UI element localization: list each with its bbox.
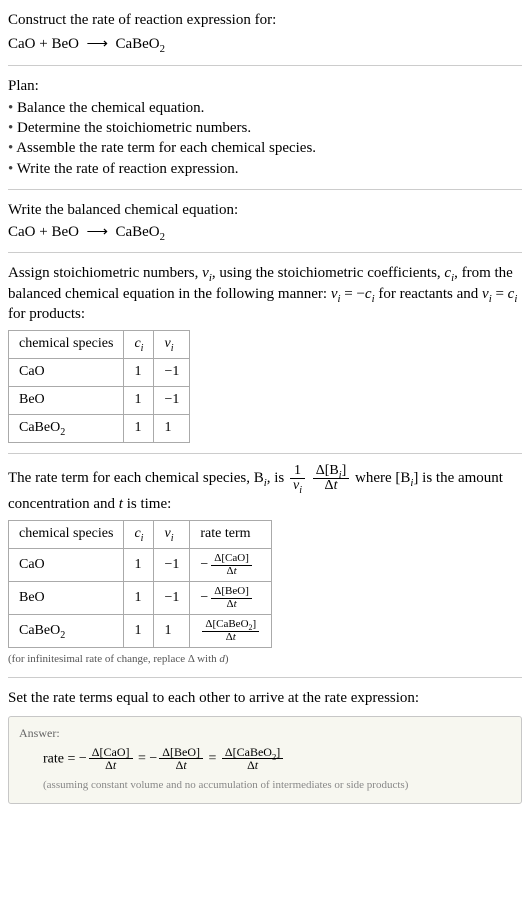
cell-rate: −Δ[CaO]Δt xyxy=(190,549,272,582)
table-header-row: chemical species ci νi rate term xyxy=(9,521,272,549)
frac-num: 1 xyxy=(290,464,305,480)
plan-item: Write the rate of reaction expression. xyxy=(8,159,522,179)
col-vi: νi xyxy=(154,331,190,359)
rateterm-table: chemical species ci νi rate term CaO 1 −… xyxy=(8,520,272,648)
table-header-row: chemical species ci νi xyxy=(9,331,190,359)
cell-rate: −Δ[BeO]Δt xyxy=(190,582,272,615)
rateterm-intro: The rate term for each chemical species,… xyxy=(8,464,522,515)
answer-terms: −Δ[CaO]Δt = −Δ[BeO]Δt = Δ[CaBeO2]Δt xyxy=(79,751,285,766)
plan-bullets: Balance the chemical equation.Determine … xyxy=(8,98,522,179)
rateterm-intro-pre: The rate term for each chemical species,… xyxy=(8,470,288,486)
answer-expression: rate = −Δ[CaO]Δt = −Δ[BeO]Δt = Δ[CaBeO2]… xyxy=(19,746,511,772)
rateterm-footnote: (for infinitesimal rate of change, repla… xyxy=(8,652,522,667)
balanced-intro: Write the balanced chemical equation: xyxy=(8,200,522,220)
frac-num: Δ[Bi] xyxy=(313,464,350,480)
rateterm-section: The rate term for each chemical species,… xyxy=(8,464,522,679)
col-species: chemical species xyxy=(9,521,124,549)
balanced-section: Write the balanced chemical equation: Ca… xyxy=(8,200,522,254)
balanced-equation: CaO + BeO ⟶ CaBeO2 xyxy=(8,222,522,242)
stoich-intro: Assign stoichiometric numbers, νi, using… xyxy=(8,263,522,324)
rateterm-frac2: Δ[Bi] Δt xyxy=(313,464,350,494)
rateterm-frac1: 1 νi xyxy=(290,464,305,494)
cell-species: CaBeO2 xyxy=(9,414,124,442)
col-species: chemical species xyxy=(9,331,124,359)
col-ci: ci xyxy=(124,521,154,549)
table-row: CaO 1 −1 xyxy=(9,358,190,386)
col-vi: νi xyxy=(154,521,190,549)
cell-vi: 1 xyxy=(154,615,190,648)
plan-item: Determine the stoichiometric numbers. xyxy=(8,118,522,138)
prompt-section: Construct the rate of reaction expressio… xyxy=(8,10,522,66)
table-row: CaBeO2 1 1 Δ[CaBeO2]Δt xyxy=(9,615,272,648)
table-row: BeO 1 −1 xyxy=(9,386,190,414)
final-section: Set the rate terms equal to each other t… xyxy=(8,688,522,803)
cell-species: CaO xyxy=(9,549,124,582)
stoich-rows: CaO 1 −1 BeO 1 −1 CaBeO2 1 1 xyxy=(9,358,190,442)
cell-vi: −1 xyxy=(154,549,190,582)
cell-ci: 1 xyxy=(124,358,154,386)
cell-species: CaO xyxy=(9,358,124,386)
final-intro: Set the rate terms equal to each other t… xyxy=(8,688,522,708)
table-row: CaO 1 −1 −Δ[CaO]Δt xyxy=(9,549,272,582)
plan-item: Assemble the rate term for each chemical… xyxy=(8,138,522,158)
col-ci: ci xyxy=(124,331,154,359)
cell-species: BeO xyxy=(9,582,124,615)
prompt-equation: CaO + BeO ⟶ CaBeO2 xyxy=(8,34,522,54)
cell-ci: 1 xyxy=(124,549,154,582)
stoich-table: chemical species ci νi CaO 1 −1 BeO 1 −1… xyxy=(8,330,190,443)
cell-vi: −1 xyxy=(154,358,190,386)
cell-vi: −1 xyxy=(154,386,190,414)
frac-den: νi xyxy=(290,479,305,494)
cell-rate: Δ[CaBeO2]Δt xyxy=(190,615,272,648)
cell-ci: 1 xyxy=(124,386,154,414)
plan-title: Plan: xyxy=(8,76,522,96)
plan-section: Plan: Balance the chemical equation.Dete… xyxy=(8,76,522,190)
cell-ci: 1 xyxy=(124,414,154,442)
cell-vi: 1 xyxy=(154,414,190,442)
answer-box: Answer: rate = −Δ[CaO]Δt = −Δ[BeO]Δt = Δ… xyxy=(8,716,522,803)
plan-item: Balance the chemical equation. xyxy=(8,98,522,118)
table-row: BeO 1 −1 −Δ[BeO]Δt xyxy=(9,582,272,615)
frac-den: Δt xyxy=(313,479,350,494)
cell-ci: 1 xyxy=(124,582,154,615)
cell-species: BeO xyxy=(9,386,124,414)
rateterm-rows: CaO 1 −1 −Δ[CaO]Δt BeO 1 −1 −Δ[BeO]Δt Ca… xyxy=(9,549,272,648)
answer-prefix: rate = xyxy=(43,751,79,766)
prompt-text: Construct the rate of reaction expressio… xyxy=(8,10,522,30)
answer-assumption: (assuming constant volume and no accumul… xyxy=(19,778,511,793)
col-rate: rate term xyxy=(190,521,272,549)
table-row: CaBeO2 1 1 xyxy=(9,414,190,442)
cell-species: CaBeO2 xyxy=(9,615,124,648)
stoich-section: Assign stoichiometric numbers, νi, using… xyxy=(8,263,522,453)
cell-vi: −1 xyxy=(154,582,190,615)
answer-label: Answer: xyxy=(19,725,511,741)
cell-ci: 1 xyxy=(124,615,154,648)
